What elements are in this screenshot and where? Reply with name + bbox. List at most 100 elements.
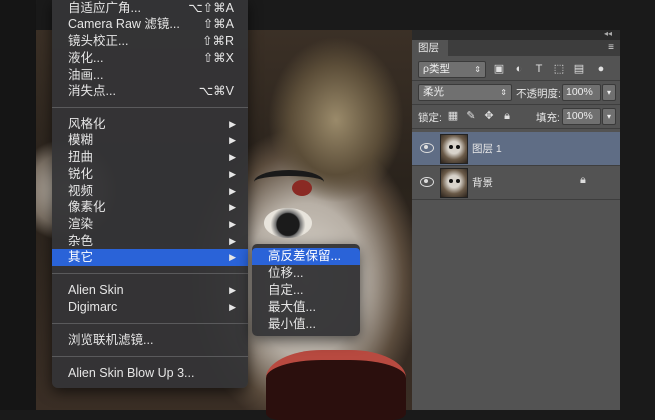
menu-item-label: Digimarc xyxy=(68,300,118,314)
submenu-arrow-icon: ▶ xyxy=(229,169,236,179)
fill-value: 100% xyxy=(566,110,593,122)
panel-divider xyxy=(412,128,620,129)
submenu-arrow-icon: ▶ xyxy=(229,236,236,246)
menu-item-label: 其它 xyxy=(68,250,94,264)
menu-item-browse-online-filters[interactable]: 浏览联机滤镜... xyxy=(52,332,248,349)
menu-item-label: Alien Skin xyxy=(68,283,124,297)
adjustment-layer-filter-icon[interactable]: ◐ xyxy=(512,62,526,76)
menu-item-label: 模糊 xyxy=(68,133,94,147)
select-arrows-icon: ⇕ xyxy=(474,65,481,74)
filter-toggle-icon[interactable]: ● xyxy=(596,62,606,76)
menu-item-shortcut: ⇧⌘A xyxy=(202,17,234,31)
submenu-arrow-icon: ▶ xyxy=(229,285,236,295)
panel-divider xyxy=(412,104,620,105)
layer-name: 背景 xyxy=(472,177,493,189)
layer-lock-icon: 🔒︎ xyxy=(580,174,586,186)
submenu-item-label: 最小值... xyxy=(268,317,316,331)
menu-item-label: Camera Raw 滤镜... xyxy=(68,17,180,31)
smart-object-filter-icon[interactable]: ▤ xyxy=(572,62,586,76)
visibility-eye-icon[interactable] xyxy=(420,143,434,153)
photo-red-mark xyxy=(292,180,312,196)
menu-item-render[interactable]: 渲染 ▶ xyxy=(52,216,248,233)
submenu-arrow-icon: ▶ xyxy=(229,186,236,196)
menu-item-stylize[interactable]: 风格化 ▶ xyxy=(52,116,248,133)
menu-item-shortcut: ⌥⌘V xyxy=(198,84,234,98)
filter-menu: 自适应广角... ⌥⇧⌘A Camera Raw 滤镜... ⇧⌘A 镜头校正.… xyxy=(52,0,248,388)
opacity-field[interactable]: 100% xyxy=(562,84,601,101)
menu-separator xyxy=(52,273,248,274)
menu-item-oil-paint[interactable]: 油画... xyxy=(52,67,248,84)
menu-item-alien-skin[interactable]: Alien Skin ▶ xyxy=(52,282,248,299)
blend-mode-select[interactable]: 柔光 ⇕ xyxy=(418,84,512,101)
menu-item-distort[interactable]: 扭曲 ▶ xyxy=(52,149,248,166)
menu-item-label: 浏览联机滤镜... xyxy=(68,333,154,347)
type-layer-filter-icon[interactable]: T xyxy=(532,62,546,76)
menu-item-label: 液化... xyxy=(68,51,104,65)
menu-item-camera-raw[interactable]: Camera Raw 滤镜... ⇧⌘A xyxy=(52,16,248,33)
submenu-arrow-icon: ▶ xyxy=(229,135,236,145)
menu-item-label: 杂色 xyxy=(68,234,94,248)
menu-item-vanishing-point[interactable]: 消失点... ⌥⌘V xyxy=(52,83,248,100)
shape-layer-filter-icon[interactable]: ⬚ xyxy=(552,62,566,76)
submenu-arrow-icon: ▶ xyxy=(229,119,236,129)
other-submenu: 高反差保留... 位移... 自定... 最大值... 最小值... xyxy=(252,244,360,336)
submenu-item-minimum[interactable]: 最小值... xyxy=(252,316,360,333)
collapse-panel-icon[interactable]: ◂◂ xyxy=(604,29,612,38)
submenu-item-custom[interactable]: 自定... xyxy=(252,282,360,299)
submenu-arrow-icon: ▶ xyxy=(229,152,236,162)
submenu-arrow-icon: ▶ xyxy=(229,302,236,312)
menu-item-digimarc[interactable]: Digimarc ▶ xyxy=(52,299,248,316)
menu-item-label: Alien Skin Blow Up 3... xyxy=(68,366,195,380)
lock-all-icon[interactable]: 🔒︎ xyxy=(500,109,514,123)
menu-item-liquify[interactable]: 液化... ⇧⌘X xyxy=(52,50,248,67)
menu-item-shortcut: ⇧⌘X xyxy=(202,51,234,65)
menu-item-blur[interactable]: 模糊 ▶ xyxy=(52,132,248,149)
menu-item-other[interactable]: 其它 ▶ xyxy=(52,249,248,266)
opacity-label: 不透明度: xyxy=(516,88,561,100)
menu-separator xyxy=(52,323,248,324)
pixel-layer-filter-icon[interactable]: ▣ xyxy=(492,62,506,76)
visibility-eye-icon[interactable] xyxy=(420,177,434,187)
panel-menu-icon[interactable]: ≡ xyxy=(608,42,614,53)
layer-name: 图层 1 xyxy=(472,143,502,155)
menu-item-label: 渲染 xyxy=(68,217,94,231)
menu-item-label: 锐化 xyxy=(68,167,94,181)
menu-item-label: 扭曲 xyxy=(68,150,94,164)
opacity-dropdown-icon[interactable]: ▾ xyxy=(602,84,616,101)
photo-eye xyxy=(264,208,312,238)
menu-item-video[interactable]: 视频 ▶ xyxy=(52,183,248,200)
submenu-item-maximum[interactable]: 最大值... xyxy=(252,299,360,316)
lock-label: 锁定: xyxy=(418,112,442,124)
menu-item-sharpen[interactable]: 锐化 ▶ xyxy=(52,166,248,183)
layer-row[interactable]: 图层 1 xyxy=(412,132,620,165)
submenu-item-high-pass[interactable]: 高反差保留... xyxy=(252,248,360,265)
menu-item-alien-skin-blow-up[interactable]: Alien Skin Blow Up 3... xyxy=(52,365,248,382)
layer-thumbnail xyxy=(440,134,468,164)
submenu-arrow-icon: ▶ xyxy=(229,252,236,262)
menu-item-pixelate[interactable]: 像素化 ▶ xyxy=(52,199,248,216)
document-left-margin xyxy=(0,0,36,410)
menu-item-lens-correction[interactable]: 镜头校正... ⇧⌘R xyxy=(52,33,248,50)
lock-position-icon[interactable]: ✥ xyxy=(482,109,496,123)
layer-filter-select[interactable]: ρ类型 ⇕ xyxy=(418,61,486,78)
fill-field[interactable]: 100% xyxy=(562,108,601,125)
menu-item-label: 风格化 xyxy=(68,117,106,131)
panel-divider xyxy=(412,80,620,81)
menu-item-label: 油画... xyxy=(68,68,104,82)
lock-image-pixels-icon[interactable]: ✎ xyxy=(464,109,478,123)
panel-dock-bar xyxy=(412,30,620,40)
menu-item-label: 自适应广角... xyxy=(68,1,141,15)
lock-transparent-pixels-icon[interactable]: ▦ xyxy=(446,109,460,123)
tab-layers[interactable]: 图层 xyxy=(412,40,448,56)
submenu-item-offset[interactable]: 位移... xyxy=(252,265,360,282)
fill-dropdown-icon[interactable]: ▾ xyxy=(602,108,616,125)
menu-item-adaptive-wide-angle[interactable]: 自适应广角... ⌥⇧⌘A xyxy=(52,0,248,17)
submenu-item-label: 自定... xyxy=(268,283,304,297)
layer-thumbnail xyxy=(440,168,468,198)
layer-row[interactable]: 背景 🔒︎ xyxy=(412,166,620,199)
menu-item-noise[interactable]: 杂色 ▶ xyxy=(52,233,248,250)
select-arrows-icon: ⇕ xyxy=(500,88,507,97)
menu-item-label: 镜头校正... xyxy=(68,34,129,48)
blend-mode-value: 柔光 xyxy=(423,86,444,98)
menu-item-shortcut: ⌥⇧⌘A xyxy=(188,1,234,15)
